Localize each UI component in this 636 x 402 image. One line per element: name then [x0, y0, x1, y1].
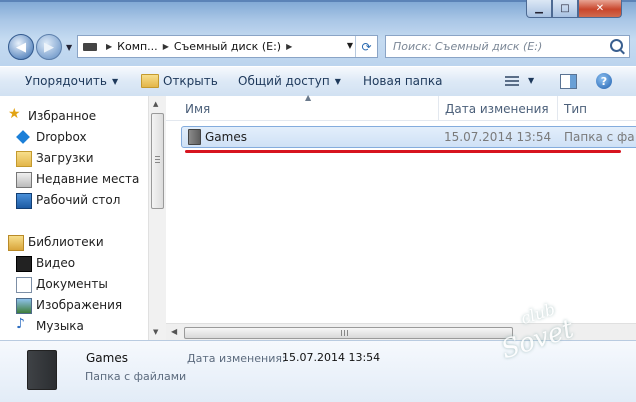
folder-open-icon	[141, 74, 159, 88]
file-name: Games	[205, 130, 247, 144]
back-button[interactable]: ◀	[8, 34, 34, 60]
nav-item-desktop[interactable]: Рабочий стол	[16, 191, 121, 209]
drive-icon	[83, 42, 97, 51]
share-button[interactable]: Общий доступ ▼	[238, 74, 341, 88]
nav-item-label: Документы	[36, 277, 108, 291]
new-folder-button[interactable]: Новая папка	[363, 74, 442, 88]
file-date: 15.07.2014 13:54	[444, 130, 552, 144]
video-icon	[16, 256, 32, 272]
nav-item-label: Изображения	[36, 298, 123, 312]
nav-favorites[interactable]: ★ Избранное	[8, 106, 97, 125]
scroll-left-icon[interactable]: ◀	[171, 327, 177, 336]
recent-pages-dropdown[interactable]: ▼	[66, 43, 72, 52]
desktop-icon	[16, 193, 32, 209]
highlight-underline	[185, 150, 621, 153]
close-button[interactable]: ✕	[578, 0, 622, 18]
forward-button[interactable]: ▶	[36, 34, 62, 60]
window-chrome: ▁ □ ✕ ◀ ▶ ▼ ▶ Комп... ▶ Съемный диск (E:…	[0, 0, 636, 66]
column-name[interactable]: Имя	[185, 102, 210, 116]
column-divider[interactable]	[438, 96, 439, 120]
pictures-icon	[16, 298, 32, 314]
folder-icon	[188, 129, 201, 145]
chevron-right-icon[interactable]: ▶	[163, 42, 169, 51]
scroll-thumb[interactable]	[151, 113, 164, 209]
help-icon[interactable]: ?	[596, 73, 612, 89]
folder-large-icon	[27, 350, 57, 390]
nav-favorites-label: Избранное	[28, 109, 97, 123]
command-bar: Упорядочить ▼ Открыть Общий доступ ▼ Нов…	[0, 66, 636, 97]
search-icon[interactable]	[610, 39, 623, 52]
chevron-down-icon[interactable]: ▼	[347, 41, 353, 50]
open-button[interactable]: Открыть	[141, 74, 218, 88]
file-type: Папка с фа	[564, 130, 635, 144]
scroll-up-icon[interactable]: ▲	[153, 100, 158, 108]
maximize-button[interactable]: □	[552, 0, 578, 18]
documents-icon	[16, 277, 32, 293]
chevron-down-icon: ▼	[334, 76, 341, 86]
details-date-value: 15.07.2014 13:54	[282, 351, 381, 364]
column-type[interactable]: Тип	[564, 102, 587, 116]
nav-item-pictures[interactable]: Изображения	[16, 296, 123, 314]
breadcrumb-drive[interactable]: Съемный диск (E:)	[174, 40, 281, 53]
search-input[interactable]: Поиск: Съемный диск (E:)	[385, 35, 630, 58]
scroll-thumb[interactable]	[184, 327, 513, 339]
scroll-down-icon[interactable]: ▼	[153, 328, 158, 336]
details-type: Папка с файлами	[85, 370, 187, 383]
address-bar[interactable]: ▶ Комп... ▶ Съемный диск (E:) ▶ ▼ ⟳	[77, 35, 378, 58]
column-date[interactable]: Дата изменения	[445, 102, 549, 116]
minimize-button[interactable]: ▁	[526, 0, 552, 18]
nav-item-music[interactable]: ♪ Музыка	[16, 316, 84, 335]
preview-pane-icon[interactable]	[560, 74, 577, 89]
nav-item-dropbox[interactable]: Dropbox	[16, 128, 87, 146]
chevron-down-icon: ▼	[111, 76, 119, 86]
refresh-icon[interactable]: ⟳	[355, 36, 377, 57]
chevron-right-icon[interactable]: ▶	[106, 42, 112, 51]
search-placeholder: Поиск: Съемный диск (E:)	[393, 40, 543, 53]
recent-places-icon	[16, 172, 32, 188]
nav-scrollbar[interactable]: ▲ ▼	[148, 96, 166, 340]
star-icon: ★	[8, 106, 21, 122]
view-options-icon[interactable]	[505, 76, 519, 87]
chevron-right-icon[interactable]: ▶	[286, 42, 292, 51]
nav-item-video[interactable]: Видео	[16, 254, 76, 272]
nav-buttons: ◀ ▶ ▼	[8, 34, 72, 60]
nav-item-label: Музыка	[36, 319, 84, 333]
dropbox-icon	[16, 130, 30, 144]
table-row[interactable]: Games 15.07.2014 13:54 Папка с фа	[181, 126, 636, 148]
nav-item-label: Загрузки	[36, 151, 94, 165]
share-label: Общий доступ	[238, 74, 330, 88]
nav-item-label: Рабочий стол	[36, 193, 121, 207]
chevron-down-icon[interactable]: ▼	[528, 76, 534, 85]
nav-item-documents[interactable]: Документы	[16, 275, 108, 293]
music-icon: ♪	[16, 316, 25, 332]
nav-item-label: Недавние места	[36, 172, 140, 186]
column-headers: ▲ Имя Дата изменения Тип	[166, 93, 636, 121]
libraries-icon	[8, 235, 24, 251]
nav-item-label: Видео	[36, 256, 76, 270]
new-folder-label: Новая папка	[363, 74, 443, 88]
window-buttons: ▁ □ ✕	[526, 0, 622, 18]
nav-item-label: Dropbox	[36, 130, 87, 144]
open-label: Открыть	[163, 74, 218, 88]
nav-item-downloads[interactable]: Загрузки	[16, 149, 94, 167]
nav-item-recent-places[interactable]: Недавние места	[16, 170, 140, 188]
breadcrumb-computer[interactable]: Комп...	[117, 40, 158, 53]
details-name: Games	[86, 351, 128, 365]
details-date-label: Дата изменения:	[187, 352, 286, 365]
nav-libraries-label: Библиотеки	[28, 235, 104, 249]
navigation-pane: ★ Избранное Dropbox Загрузки Недавние ме…	[0, 96, 148, 340]
sort-ascending-icon: ▲	[305, 93, 312, 102]
column-divider[interactable]	[557, 96, 558, 120]
organize-button[interactable]: Упорядочить ▼	[25, 74, 118, 88]
explorer-window: ▁ □ ✕ ◀ ▶ ▼ ▶ Комп... ▶ Съемный диск (E:…	[0, 0, 636, 402]
organize-label: Упорядочить	[25, 74, 107, 88]
nav-libraries[interactable]: Библиотеки	[8, 233, 104, 251]
downloads-icon	[16, 151, 32, 167]
